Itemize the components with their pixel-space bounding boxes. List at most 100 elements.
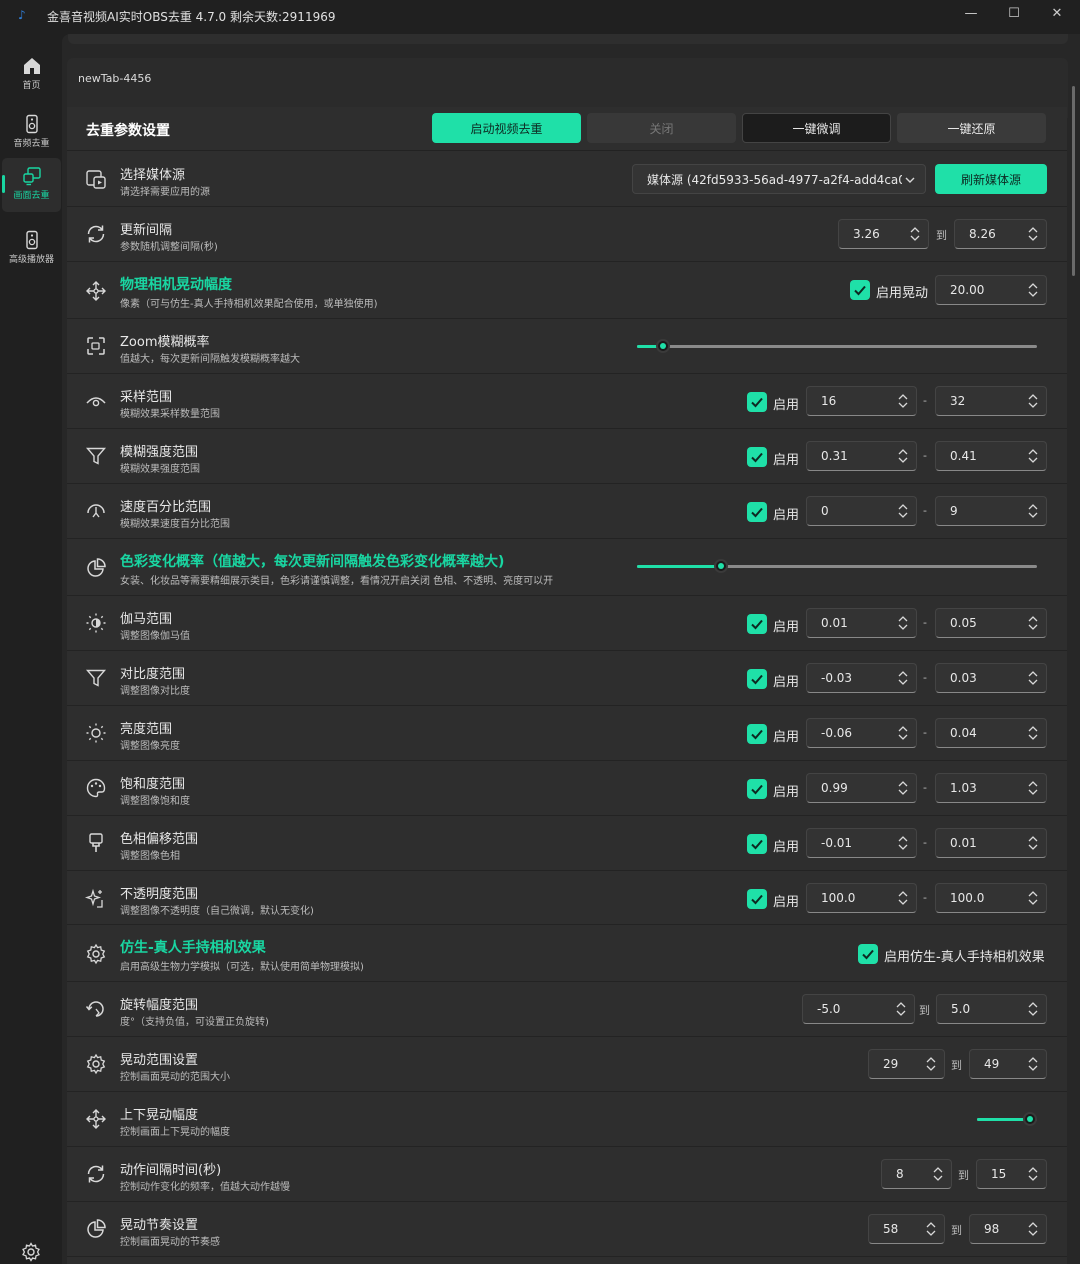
range-min-spinner[interactable]: -0.03 — [806, 663, 917, 693]
spinner-arrows-icon[interactable] — [898, 503, 908, 519]
enable-checkbox[interactable] — [747, 447, 767, 467]
spinner-arrows-icon[interactable] — [898, 448, 908, 464]
spinner-arrows-icon[interactable] — [910, 226, 920, 242]
rhythm-min-spinner[interactable]: 58 — [868, 1214, 945, 1244]
interval-min-spinner[interactable]: 3.26 — [838, 219, 929, 249]
range-min-spinner[interactable]: 0 — [806, 496, 917, 526]
range-max-spinner[interactable]: 0.41 — [935, 441, 1047, 471]
shake-max-spinner[interactable]: 49 — [969, 1049, 1047, 1079]
rotate-min-spinner[interactable]: -5.0 — [802, 994, 915, 1024]
sidebar-item-screen[interactable]: 画面去重 — [2, 158, 61, 212]
spinner-arrows-icon[interactable] — [1028, 226, 1038, 242]
sidebar-item-player[interactable]: 高级播放器 — [2, 222, 61, 276]
spinner-arrows-icon[interactable] — [1028, 448, 1038, 464]
action-min-spinner[interactable]: 8 — [881, 1159, 952, 1189]
enable-checkbox[interactable] — [747, 614, 767, 634]
spinner-arrows-icon[interactable] — [1028, 1221, 1038, 1237]
quick-restore-button[interactable]: 一键还原 — [897, 113, 1046, 143]
enable-checkbox[interactable] — [747, 724, 767, 744]
range-min-spinner[interactable]: 16 — [806, 386, 917, 416]
close-button[interactable]: ✕ — [1036, 0, 1078, 26]
row-gamma-range: 伽马范围 调整图像伽马值 启用 0.01 - 0.05 — [67, 596, 1067, 651]
spinner-arrows-icon[interactable] — [1028, 615, 1038, 631]
zoom-slider[interactable] — [637, 339, 1037, 355]
media-source-select[interactable]: 媒体源 (42fd5933-56ad-4977-a2f4-add4ca032 — [632, 164, 926, 194]
slider-fill — [637, 565, 721, 568]
spinner-arrows-icon[interactable] — [1028, 1166, 1038, 1182]
spinner-arrows-icon[interactable] — [898, 670, 908, 686]
tab-name[interactable]: newTab-4456 — [78, 72, 151, 85]
checkbox-label: 启用 — [773, 785, 800, 800]
range-max-spinner[interactable]: 0.01 — [935, 828, 1047, 858]
interval-max-spinner[interactable]: 8.26 — [954, 219, 1047, 249]
spinner-arrows-icon[interactable] — [1028, 780, 1038, 796]
range-max-spinner[interactable]: 1.03 — [935, 773, 1047, 803]
rhythm-max-spinner[interactable]: 98 — [969, 1214, 1047, 1244]
shake-min-spinner[interactable]: 29 — [868, 1049, 945, 1079]
spinner-arrows-icon[interactable] — [1028, 1001, 1038, 1017]
enable-checkbox[interactable] — [747, 392, 767, 412]
spinner-arrows-icon[interactable] — [926, 1221, 936, 1237]
range-max-spinner[interactable]: 0.04 — [935, 718, 1047, 748]
quick-tune-button[interactable]: 一键微调 — [742, 113, 891, 143]
sidebar-item-audio[interactable]: 音频去重 — [2, 106, 61, 160]
range-max-spinner[interactable]: 32 — [935, 386, 1047, 416]
rotate-max-spinner[interactable]: 5.0 — [936, 994, 1047, 1024]
range-min-spinner[interactable]: -0.06 — [806, 718, 917, 748]
range-separator: 到 — [919, 1004, 930, 1017]
enable-checkbox[interactable] — [747, 779, 767, 799]
spinner-arrows-icon[interactable] — [898, 393, 908, 409]
range-min-spinner[interactable]: 100.0 — [806, 883, 917, 913]
range-max-spinner[interactable]: 0.05 — [935, 608, 1047, 638]
spinner-arrows-icon[interactable] — [1028, 282, 1038, 298]
refresh-media-button[interactable]: 刷新媒体源 — [935, 164, 1047, 194]
close-dedup-button[interactable]: 关闭 — [587, 113, 736, 143]
enable-shake-checkbox[interactable] — [850, 280, 870, 300]
spinner-arrows-icon[interactable] — [898, 725, 908, 741]
gear-icon — [86, 1053, 106, 1075]
range-min-spinner[interactable]: -0.01 — [806, 828, 917, 858]
spinner-value: 0.04 — [950, 726, 977, 740]
vertical-shake-slider[interactable] — [977, 1112, 1037, 1128]
shake-value-spinner[interactable]: 20.00 — [935, 275, 1047, 305]
start-dedup-button[interactable]: 启动视频去重 — [432, 113, 581, 143]
gear-icon[interactable] — [21, 1242, 41, 1262]
sidebar-item-home[interactable]: 首页 — [2, 48, 61, 102]
color-change-slider[interactable] — [637, 559, 1037, 575]
row-subtitle: 模糊效果强度范围 — [120, 464, 200, 475]
enable-checkbox[interactable] — [747, 834, 767, 854]
enable-bionic-checkbox[interactable] — [858, 944, 878, 964]
slider-thumb[interactable] — [714, 559, 728, 573]
spinner-arrows-icon[interactable] — [1028, 1056, 1038, 1072]
spinner-arrows-icon[interactable] — [1028, 725, 1038, 741]
enable-checkbox[interactable] — [747, 669, 767, 689]
spinner-arrows-icon[interactable] — [1028, 503, 1038, 519]
maximize-button[interactable]: ☐ — [993, 0, 1035, 26]
range-min-spinner[interactable]: 0.31 — [806, 441, 917, 471]
row-title: 伽马范围 — [120, 612, 173, 627]
spinner-arrows-icon[interactable] — [1028, 890, 1038, 906]
sidebar-item-label: 高级播放器 — [8, 255, 54, 265]
spinner-arrows-icon[interactable] — [898, 835, 908, 851]
spinner-arrows-icon[interactable] — [933, 1166, 943, 1182]
spinner-arrows-icon[interactable] — [898, 615, 908, 631]
range-max-spinner[interactable]: 0.03 — [935, 663, 1047, 693]
slider-thumb[interactable] — [1023, 1112, 1037, 1126]
spinner-arrows-icon[interactable] — [898, 890, 908, 906]
spinner-arrows-icon[interactable] — [926, 1056, 936, 1072]
slider-thumb[interactable] — [656, 339, 670, 353]
enable-checkbox[interactable] — [747, 889, 767, 909]
scrollbar[interactable] — [1072, 86, 1075, 276]
spinner-arrows-icon[interactable] — [1028, 835, 1038, 851]
range-max-spinner[interactable]: 9 — [935, 496, 1047, 526]
spinner-arrows-icon[interactable] — [1028, 393, 1038, 409]
enable-checkbox[interactable] — [747, 502, 767, 522]
range-min-spinner[interactable]: 0.99 — [806, 773, 917, 803]
range-min-spinner[interactable]: 0.01 — [806, 608, 917, 638]
spinner-arrows-icon[interactable] — [898, 780, 908, 796]
action-max-spinner[interactable]: 15 — [976, 1159, 1047, 1189]
spinner-arrows-icon[interactable] — [896, 1001, 906, 1017]
spinner-arrows-icon[interactable] — [1028, 670, 1038, 686]
range-max-spinner[interactable]: 100.0 — [935, 883, 1047, 913]
minimize-button[interactable]: — — [950, 0, 992, 26]
